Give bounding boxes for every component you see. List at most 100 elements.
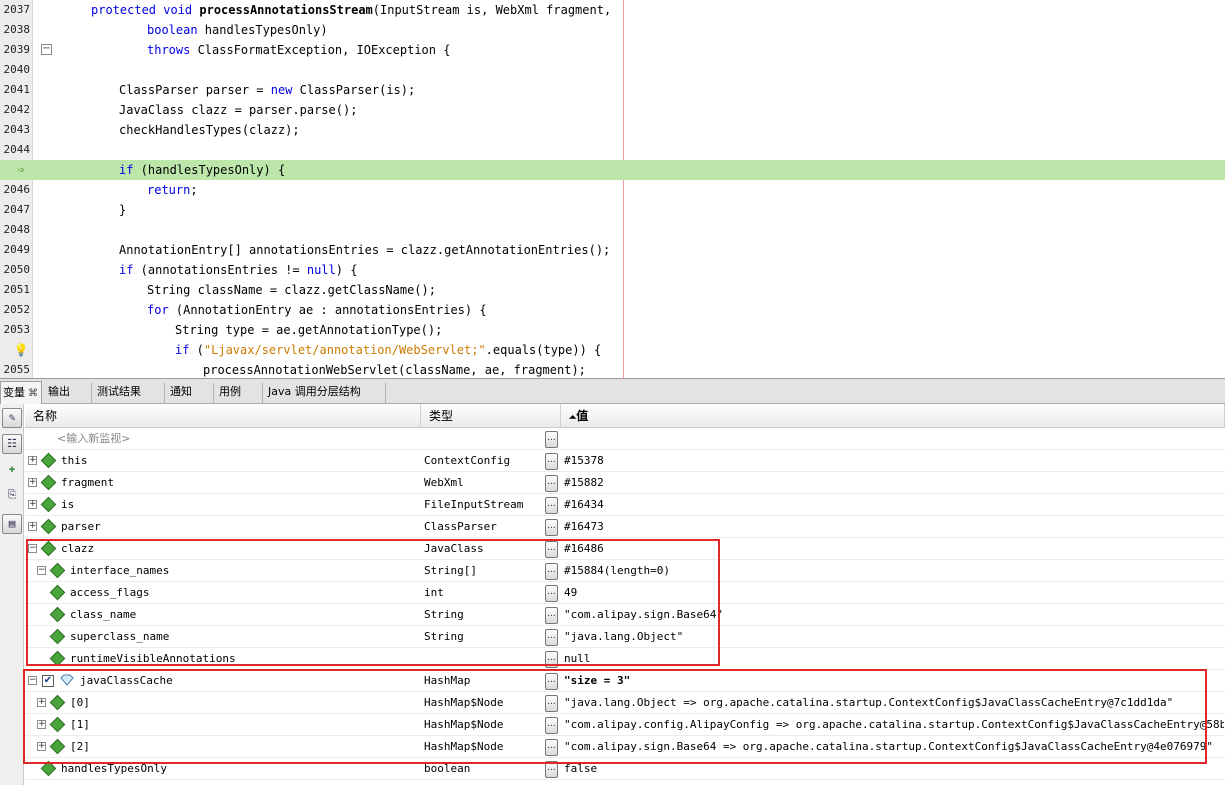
variable-row[interactable]: + [1] HashMap$Node... "com.alipay.config.Al… (25, 714, 1225, 736)
column-type-header[interactable]: 类型 (421, 404, 561, 428)
expand-icon[interactable]: + (37, 742, 46, 751)
line-number[interactable]: 2038 (0, 21, 31, 39)
variable-row[interactable]: − interface_names String[]... #15884(length… (25, 560, 1225, 582)
line-number[interactable]: 2049 (0, 241, 31, 259)
edit-value-button[interactable]: ... (545, 673, 558, 690)
column-name-header[interactable]: 名称 (25, 404, 421, 428)
tab-output[interactable]: 输出 (46, 383, 92, 403)
column-value-header[interactable]: ⏶值 (561, 404, 1225, 428)
evaluate-expression-icon[interactable]: ⎘ (2, 486, 22, 506)
line-number[interactable]: 2039 (0, 41, 31, 59)
expand-icon[interactable]: + (28, 478, 37, 487)
variable-row[interactable]: superclass_name String... "java.lang.Objec… (25, 626, 1225, 648)
code-line[interactable]: 2044 (0, 140, 1225, 160)
variable-value[interactable]: "size = 3" (564, 670, 1224, 692)
edit-value-button[interactable]: ... (545, 453, 558, 470)
tab-notifications[interactable]: 通知 (168, 383, 214, 403)
new-watch-row[interactable]: <输入新监视> ... (25, 428, 1225, 450)
new-watch-placeholder[interactable]: <输入新监视> (57, 428, 130, 450)
line-number[interactable]: 2037 (0, 1, 31, 19)
line-number[interactable]: 2043 (0, 121, 31, 139)
code-line[interactable]: 2039− throws ClassFormatException, IOExce… (0, 40, 1225, 60)
code-line[interactable]: 2046 return; (0, 180, 1225, 200)
line-number[interactable]: 2052 (0, 301, 31, 319)
edit-value-button[interactable]: ... (545, 431, 558, 448)
variable-value[interactable]: #15884(length=0) (564, 560, 1224, 582)
line-number[interactable]: 2044 (0, 141, 31, 159)
edit-value-button[interactable]: ... (545, 695, 558, 712)
line-number[interactable]: 2046 (0, 181, 31, 199)
fold-collapse-icon[interactable]: − (41, 44, 52, 55)
expand-icon[interactable]: + (28, 456, 37, 465)
code-line[interactable]: 2048 (0, 220, 1225, 240)
code-line[interactable]: 2049 AnnotationEntry[] annotationsEntries… (0, 240, 1225, 260)
code-line[interactable]: 2050 if (annotationsEntries != null) { (0, 260, 1225, 280)
code-line[interactable]: 2051 String className = clazz.getClassNam… (0, 280, 1225, 300)
code-line[interactable]: 2037 protected void processAnnotationsStr… (0, 0, 1225, 20)
variable-row[interactable]: handlesTypesOnly boolean... false (25, 758, 1225, 780)
variable-row[interactable]: − ✔ javaClassCache HashMap... "size = 3" (25, 670, 1225, 692)
edit-value-button[interactable]: ... (545, 651, 558, 668)
variable-value[interactable]: #15882 (564, 472, 1224, 494)
tab-variables[interactable]: 变量 ⌘ (0, 381, 42, 404)
code-line[interactable]: 2043 checkHandlesTypes(clazz); (0, 120, 1225, 140)
variable-value[interactable]: "java.lang.Object => org.apache.catalina… (564, 692, 1224, 714)
close-icon[interactable]: ⌘ (28, 388, 38, 399)
watch-list-icon[interactable]: ☷ (2, 434, 22, 454)
collapse-icon[interactable]: − (28, 544, 37, 553)
collapse-icon[interactable]: − (28, 676, 37, 685)
current-line[interactable]: ➩ if (handlesTypesOnly) { (0, 160, 1225, 180)
variable-value[interactable]: "com.alipay.config.AlipayConfig => org.a… (564, 714, 1224, 736)
line-number[interactable]: 2051 (0, 281, 31, 299)
variable-value[interactable]: #16434 (564, 494, 1224, 516)
edit-value-button[interactable]: ... (545, 563, 558, 580)
edit-value-button[interactable]: ... (545, 629, 558, 646)
hint-bulb-icon[interactable]: 💡 (12, 342, 30, 358)
variable-row[interactable]: + is FileInputStream... #16434 (25, 494, 1225, 516)
tab-use-cases[interactable]: 用例 (217, 383, 263, 403)
expand-icon[interactable]: + (28, 522, 37, 531)
code-line[interactable]: 2055 processAnnotationWebServlet(classNam… (0, 360, 1225, 378)
variable-value[interactable]: "com.alipay.sign.Base64" (564, 604, 1224, 626)
variable-value[interactable]: 49 (564, 582, 1224, 604)
variable-value[interactable]: false (564, 758, 1224, 780)
add-watch-icon[interactable]: ✚ (2, 460, 22, 480)
line-number[interactable]: 2047 (0, 201, 31, 219)
tab-test-results[interactable]: 测试结果 (95, 383, 165, 403)
variable-value[interactable]: null (564, 648, 1224, 670)
line-number[interactable]: 2042 (0, 101, 31, 119)
new-watch-icon[interactable]: ✎ (2, 408, 22, 428)
code-line[interactable]: 2041 ClassParser parser = new ClassParser… (0, 80, 1225, 100)
expand-icon[interactable]: + (37, 720, 46, 729)
variable-row[interactable]: + [0] HashMap$Node... "java.lang.Object => … (25, 692, 1225, 714)
program-counter-icon[interactable]: ➩ (12, 162, 30, 178)
variable-row[interactable]: + this ContextConfig... #15378 (25, 450, 1225, 472)
tab-java-call-hierarchy[interactable]: Java 调用分层结构 (266, 383, 386, 403)
code-editor[interactable]: 2037 protected void processAnnotationsStr… (0, 0, 1225, 378)
expand-icon[interactable]: + (28, 500, 37, 509)
code-line[interactable]: 2042 JavaClass clazz = parser.parse(); (0, 100, 1225, 120)
edit-value-button[interactable]: ... (545, 761, 558, 778)
line-number[interactable]: 2053 (0, 321, 31, 339)
watch-checkbox[interactable]: ✔ (42, 675, 54, 687)
code-line[interactable]: 2038 boolean handlesTypesOnly) (0, 20, 1225, 40)
edit-value-button[interactable]: ... (545, 519, 558, 536)
line-number[interactable]: 2048 (0, 221, 31, 239)
variable-row[interactable]: + [2] HashMap$Node... "com.alipay.sign.Base… (25, 736, 1225, 758)
edit-value-button[interactable]: ... (545, 475, 558, 492)
variable-row[interactable]: access_flags int... 49 (25, 582, 1225, 604)
edit-value-button[interactable]: ... (545, 607, 558, 624)
variable-row[interactable]: − clazz JavaClass... #16486 (25, 538, 1225, 560)
variable-row[interactable]: + parser ClassParser... #16473 (25, 516, 1225, 538)
code-line[interactable]: 2040 (0, 60, 1225, 80)
edit-value-button[interactable]: ... (545, 739, 558, 756)
line-number[interactable]: 2041 (0, 81, 31, 99)
variable-row[interactable]: runtimeVisibleAnnotations... null (25, 648, 1225, 670)
code-line[interactable]: 2052 for (AnnotationEntry ae : annotation… (0, 300, 1225, 320)
variable-value[interactable]: "java.lang.Object" (564, 626, 1224, 648)
variable-value[interactable]: #16486 (564, 538, 1224, 560)
variable-value[interactable]: #16473 (564, 516, 1224, 538)
expand-icon[interactable]: + (37, 698, 46, 707)
layout-icon[interactable]: ▤ (2, 514, 22, 534)
variable-row[interactable]: + fragment WebXml... #15882 (25, 472, 1225, 494)
